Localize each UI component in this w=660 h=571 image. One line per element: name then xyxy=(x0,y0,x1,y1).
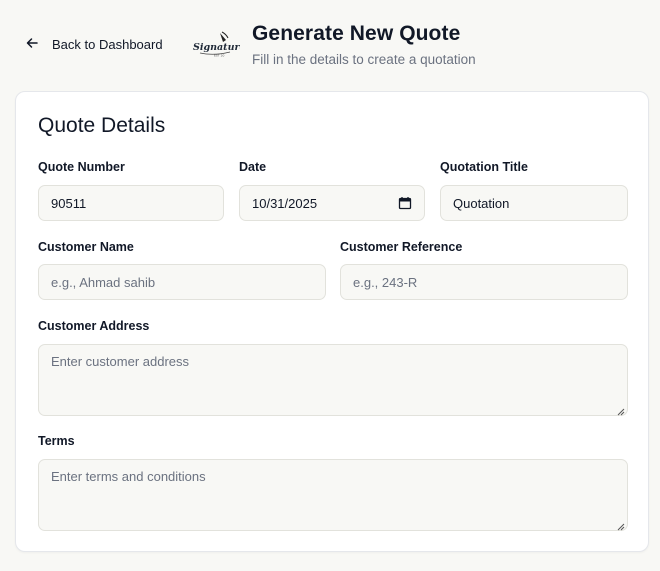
quotation-title-label: Quotation Title xyxy=(440,160,528,174)
resize-handle-icon[interactable] xyxy=(616,404,625,416)
svg-text:EST 20: EST 20 xyxy=(214,54,224,58)
svg-text:Signature: Signature xyxy=(193,42,240,53)
page-header: Back to Dashboard Signature EST 20 Gener… xyxy=(0,0,660,90)
customer-address-label: Customer Address xyxy=(38,319,150,333)
customer-reference-label: Customer Reference xyxy=(340,240,463,254)
page-subtitle: Fill in the details to create a quotatio… xyxy=(252,52,476,67)
quote-number-label: Quote Number xyxy=(38,160,125,174)
date-value: 10/31/2025 xyxy=(252,195,318,211)
page-title: Generate New Quote xyxy=(252,22,461,45)
terms-label: Terms xyxy=(38,434,75,448)
resize-handle-icon[interactable] xyxy=(616,519,625,531)
quotation-title-input[interactable]: Quotation xyxy=(440,185,628,221)
calendar-icon[interactable] xyxy=(398,196,412,210)
customer-name-label: Customer Name xyxy=(38,240,134,254)
customer-name-input[interactable]: e.g., Ahmad sahib xyxy=(38,264,326,300)
date-input[interactable]: 10/31/2025 xyxy=(239,185,425,221)
arrow-left-icon xyxy=(26,37,38,51)
back-to-dashboard-label: Back to Dashboard xyxy=(52,36,163,52)
company-logo: Signature EST 20 xyxy=(192,30,246,58)
terms-textarea[interactable]: Enter terms and conditions xyxy=(38,459,628,531)
customer-reference-input[interactable]: e.g., 243-R xyxy=(340,264,628,300)
customer-address-textarea[interactable]: Enter customer address xyxy=(38,344,628,416)
terms-placeholder: Enter terms and conditions xyxy=(51,469,206,484)
customer-address-placeholder: Enter customer address xyxy=(51,354,190,369)
page-title-group: Generate New Quote Fill in the details t… xyxy=(252,22,476,67)
date-label: Date xyxy=(239,160,267,174)
quote-number-input[interactable]: 90511 xyxy=(38,185,224,221)
quote-details-card: Quote Details Quote Number 90511 Date 10… xyxy=(15,91,649,552)
card-title: Quote Details xyxy=(38,114,166,137)
back-to-dashboard-button[interactable]: Back to Dashboard xyxy=(26,33,163,55)
